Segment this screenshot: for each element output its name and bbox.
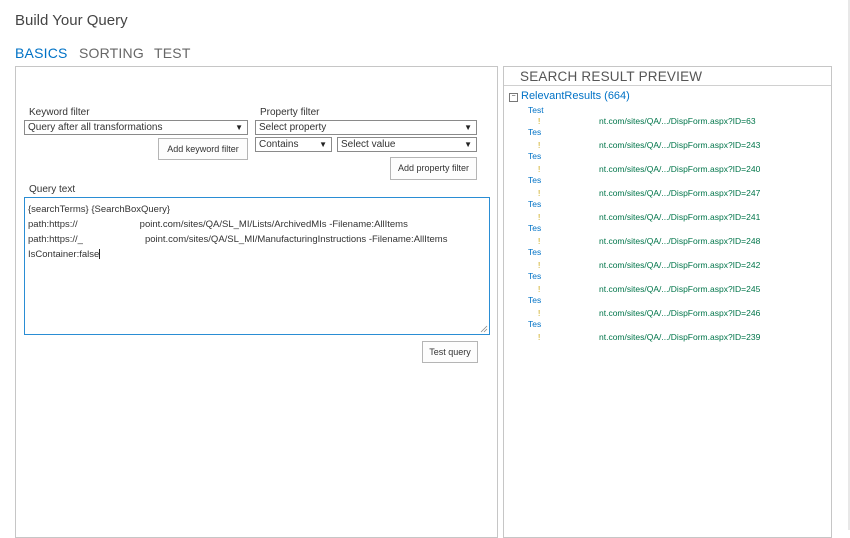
add-property-filter-button[interactable]: Add property filter (390, 157, 477, 180)
property-filter-label: Property filter (260, 107, 320, 118)
query-line-3-prefix: path:https://_ (28, 234, 83, 245)
result-url[interactable]: nt.com/sites/QA/.../DispForm.aspx?ID=242 (599, 260, 760, 270)
tab-basics[interactable]: BASICS (15, 45, 68, 61)
result-marker: ! (538, 237, 541, 246)
result-title[interactable]: Tes (528, 295, 541, 305)
query-line-2-prefix: path:https:// (28, 219, 78, 230)
query-line-1: {searchTerms} {SearchBoxQuery} (28, 204, 171, 215)
caret-down-icon: ▼ (235, 123, 243, 132)
result-title[interactable]: Tes (528, 319, 541, 329)
query-line-4-text: IsContainer:false (28, 249, 100, 260)
result-marker: ! (538, 213, 541, 222)
result-marker: ! (538, 285, 541, 294)
redacted-host (77, 217, 140, 227)
result-marker: ! (538, 141, 541, 150)
add-keyword-filter-button[interactable]: Add keyword filter (158, 138, 248, 160)
result-url[interactable]: nt.com/sites/QA/.../DispForm.aspx?ID=248 (599, 236, 760, 246)
relevant-results-label: RelevantResults (664) (521, 90, 630, 102)
result-title[interactable]: Tes (528, 127, 541, 137)
caret-down-icon: ▼ (464, 123, 472, 132)
operator-select[interactable]: Contains ▼ (255, 137, 332, 152)
result-url[interactable]: nt.com/sites/QA/.../DispForm.aspx?ID=241 (599, 212, 760, 222)
result-url[interactable]: nt.com/sites/QA/.../DispForm.aspx?ID=247 (599, 188, 760, 198)
result-marker: ! (538, 117, 541, 126)
caret-down-icon: ▼ (464, 140, 472, 149)
page-title: Build Your Query (15, 12, 128, 29)
divider (504, 85, 831, 86)
value-select[interactable]: Select value ▼ (337, 137, 477, 152)
query-text-label: Query text (29, 184, 76, 195)
result-url[interactable]: nt.com/sites/QA/.../DispForm.aspx?ID=240 (599, 164, 760, 174)
resize-grip-icon[interactable] (480, 325, 488, 333)
result-title[interactable]: Tes (528, 151, 541, 161)
query-line-2: path:https:// point.com/sites/QA/SL_MI/Li… (28, 217, 486, 232)
result-title[interactable]: Tes (528, 175, 541, 185)
redacted-host (82, 232, 145, 242)
query-line-3-path: point.com/sites/QA/SL_MI/ManufacturingIn… (144, 234, 448, 245)
result-marker: ! (538, 261, 541, 270)
result-title[interactable]: Test (528, 105, 544, 115)
result-title[interactable]: Tes (528, 271, 541, 281)
property-select-value: Select property (259, 122, 327, 133)
value-select-value: Select value (341, 139, 396, 150)
result-url[interactable]: nt.com/sites/QA/.../DispForm.aspx?ID=63 (599, 116, 756, 126)
result-marker: ! (538, 333, 541, 342)
result-url[interactable]: nt.com/sites/QA/.../DispForm.aspx?ID=246 (599, 308, 760, 318)
query-line-4: IsContainer:false (28, 247, 486, 262)
result-url[interactable]: nt.com/sites/QA/.../DispForm.aspx?ID=239 (599, 332, 760, 342)
preview-title: SEARCH RESULT PREVIEW (520, 69, 703, 84)
tab-sorting[interactable]: SORTING (79, 45, 144, 61)
result-url[interactable]: nt.com/sites/QA/.../DispForm.aspx?ID=245 (599, 284, 760, 294)
result-marker: ! (538, 309, 541, 318)
search-result-preview-panel: SEARCH RESULT PREVIEW − RelevantResults (… (503, 66, 832, 538)
property-select[interactable]: Select property ▼ (255, 120, 477, 135)
result-title[interactable]: Tes (528, 247, 541, 257)
result-marker: ! (538, 189, 541, 198)
keyword-filter-label: Keyword filter (29, 107, 90, 118)
result-title[interactable]: Tes (528, 199, 541, 209)
test-query-button[interactable]: Test query (422, 341, 478, 363)
tab-test[interactable]: TEST (154, 45, 191, 61)
relevant-results-group[interactable]: − RelevantResults (664) (509, 90, 630, 102)
result-title[interactable]: Tes (528, 223, 541, 233)
result-marker: ! (538, 165, 541, 174)
result-url[interactable]: nt.com/sites/QA/.../DispForm.aspx?ID=243 (599, 140, 760, 150)
query-line-2-path: point.com/sites/QA/SL_MI/Lists/ArchivedM… (139, 219, 408, 230)
keyword-filter-value: Query after all transformations (28, 122, 163, 133)
operator-select-value: Contains (259, 139, 299, 150)
query-builder-panel: Keyword filter Query after all transform… (15, 66, 498, 538)
query-line-3: path:https://_ point.com/sites/QA/SL_MI/M… (28, 232, 486, 247)
caret-down-icon: ▼ (319, 140, 327, 149)
keyword-filter-select[interactable]: Query after all transformations ▼ (24, 120, 248, 135)
query-text-input[interactable]: {searchTerms} {SearchBoxQuery} path:http… (24, 197, 490, 335)
minus-box-icon[interactable]: − (509, 93, 518, 102)
text-cursor (99, 249, 101, 260)
